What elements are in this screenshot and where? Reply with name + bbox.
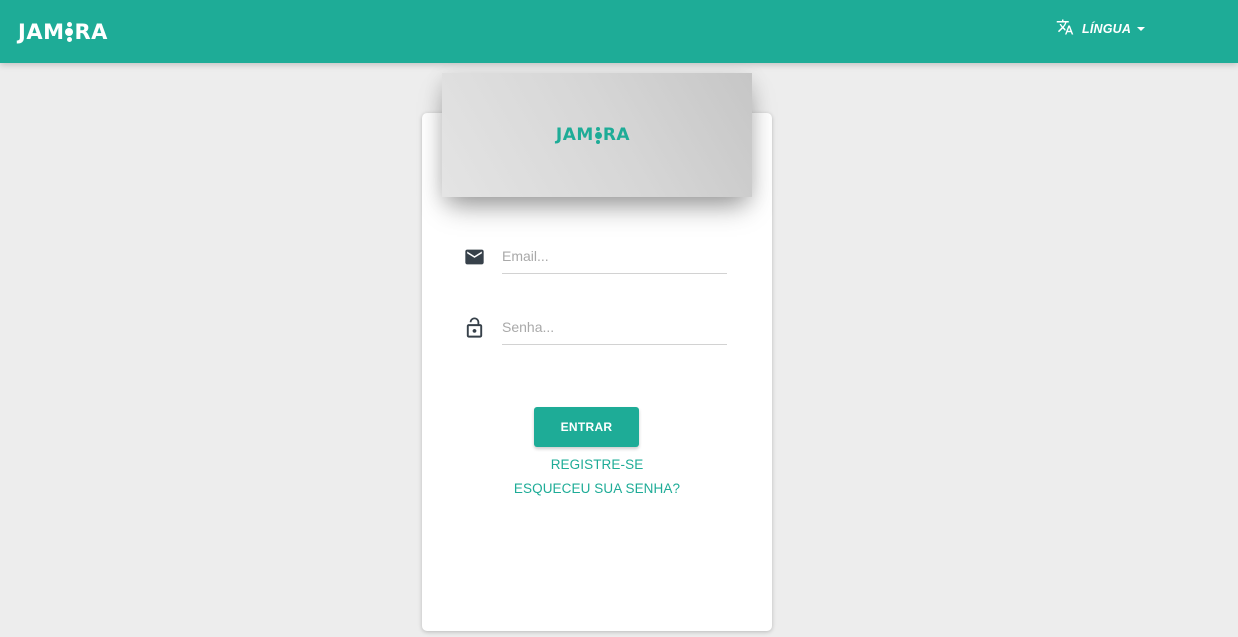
- language-label: LÍNGUA: [1082, 22, 1132, 36]
- register-link[interactable]: REGISTRE-SE: [422, 457, 772, 472]
- top-navbar: JAM RA LÍNGUA: [0, 0, 1238, 63]
- password-input[interactable]: [502, 310, 727, 345]
- caret-down-icon: [1137, 27, 1146, 31]
- card-header: JAM RA: [442, 73, 752, 197]
- login-button[interactable]: ENTRAR: [534, 407, 639, 447]
- language-dropdown[interactable]: LÍNGUA: [1055, 18, 1146, 41]
- translate-icon: [1055, 18, 1075, 41]
- email-icon: [463, 246, 486, 273]
- card-logo-o-mark: [594, 126, 602, 144]
- forgot-password-link[interactable]: ESQUECEU SUA SENHA?: [422, 481, 772, 496]
- card-header-logo: JAM RA: [555, 125, 631, 145]
- lock-icon: [463, 316, 486, 345]
- email-input[interactable]: [502, 239, 727, 274]
- brand-logo-o-mark: [65, 22, 74, 42]
- brand-logo[interactable]: JAM RA: [18, 19, 108, 45]
